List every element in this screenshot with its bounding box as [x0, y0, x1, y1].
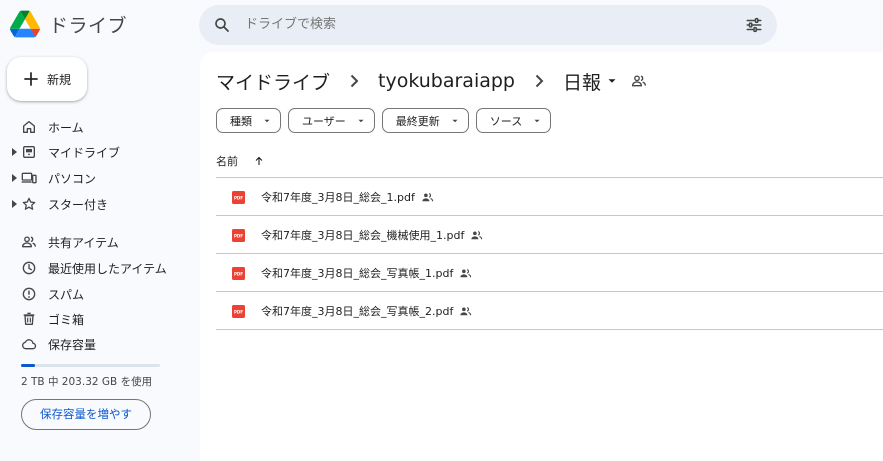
expand-caret-icon[interactable] [12, 148, 18, 156]
filter-label: 最終更新 [395, 114, 440, 128]
file-row[interactable]: PDF 令和7年度_3月8日_総会_1.pdf [216, 178, 883, 216]
column-header-label: 名前 [216, 155, 238, 168]
sidebar-item-computers[interactable]: パソコン [0, 166, 200, 190]
file-row[interactable]: PDF 令和7年度_3月8日_総会_写真帳_1.pdf [216, 254, 883, 292]
drive-logo[interactable]: ドライブ [10, 9, 127, 39]
sidebar-item-trash[interactable]: ゴミ箱 [0, 307, 200, 331]
filter-people[interactable]: ユーザー [288, 108, 375, 133]
expand-caret-icon[interactable] [12, 200, 18, 208]
shared-icon [460, 306, 472, 315]
dropdown-arrow-icon[interactable] [605, 74, 619, 88]
sidebar-item-label: 最近使用したアイテム [48, 262, 167, 276]
filter-label: ソース [489, 114, 523, 128]
filter-source[interactable]: ソース [475, 108, 552, 133]
sidebar-item-label: 共有アイテム [48, 236, 119, 250]
svg-text:PDF: PDF [234, 234, 243, 239]
filter-modified[interactable]: 最終更新 [381, 108, 469, 133]
pdf-file-icon: PDF [232, 267, 245, 280]
search-options-icon[interactable] [745, 16, 763, 34]
main-content: マイドライブ tyokubaraiapp 日報 種類 ユーザー 最終更新 ソース… [200, 52, 883, 461]
filter-type[interactable]: 種類 [216, 108, 281, 133]
shared-icon [22, 236, 36, 248]
storage-usage-bar [21, 364, 160, 367]
new-button[interactable]: 新規 [7, 57, 87, 101]
get-more-storage-button[interactable]: 保存容量を増やす [21, 399, 151, 430]
recent-icon [22, 261, 36, 275]
home-icon [23, 121, 35, 133]
shared-icon [422, 192, 434, 201]
sidebar-item-label: マイドライブ [48, 146, 121, 160]
chevron-down-icon [358, 119, 364, 122]
breadcrumb-item-current[interactable]: 日報 [563, 68, 601, 95]
shared-icon [471, 230, 483, 239]
filter-label: ユーザー [302, 114, 346, 128]
svg-text:PDF: PDF [234, 272, 243, 277]
column-header-name[interactable]: 名前 [216, 151, 265, 171]
spam-icon [22, 287, 36, 301]
storage-usage-text: 2 TB 中 203.32 GB を使用 [21, 376, 153, 388]
trash-icon [23, 312, 35, 325]
storage-usage-fill [21, 364, 35, 367]
sidebar-item-recent[interactable]: 最近使用したアイテム [0, 256, 200, 280]
app-title: ドライブ [49, 14, 128, 37]
file-row[interactable]: PDF 令和7年度_3月8日_総会_写真帳_2.pdf [216, 292, 883, 330]
search-bar[interactable] [199, 5, 777, 45]
sidebar-item-label: 保存容量 [48, 338, 97, 352]
file-row[interactable]: PDF 令和7年度_3月8日_総会_機械使用_1.pdf [216, 216, 883, 254]
sidebar-item-label: パソコン [48, 172, 97, 186]
breadcrumb: マイドライブ tyokubaraiapp 日報 [216, 66, 647, 96]
sidebar-item-home[interactable]: ホーム [0, 115, 200, 139]
plus-icon [24, 72, 38, 86]
star-icon [22, 197, 36, 210]
google-drive-logo-icon [10, 10, 40, 38]
file-name: 令和7年度_3月8日_総会_機械使用_1.pdf [261, 229, 465, 242]
pdf-file-icon: PDF [232, 229, 245, 242]
sort-ascending-icon[interactable] [253, 155, 265, 167]
sidebar-item-starred[interactable]: スター付き [0, 192, 200, 216]
search-icon[interactable] [213, 16, 231, 34]
sidebar-item-spam[interactable]: スパム [0, 282, 200, 306]
computers-icon [21, 172, 37, 184]
chevron-right-icon [535, 74, 544, 88]
expand-caret-icon[interactable] [12, 174, 18, 182]
pdf-file-icon: PDF [232, 191, 245, 204]
sidebar-item-label: スパム [48, 288, 85, 302]
cloud-icon [22, 339, 37, 350]
file-name: 令和7年度_3月8日_総会_写真帳_1.pdf [261, 267, 454, 280]
chevron-down-icon [452, 119, 458, 122]
filter-label: 種類 [230, 114, 252, 128]
breadcrumb-item-my-drive[interactable]: マイドライブ [216, 68, 330, 95]
shared-folder-icon[interactable] [631, 73, 647, 89]
shared-icon [460, 268, 472, 277]
svg-text:PDF: PDF [234, 196, 243, 201]
sidebar-item-label: スター付き [48, 198, 109, 212]
sidebar-item-my-drive[interactable]: マイドライブ [0, 140, 200, 164]
breadcrumb-item-folder[interactable]: tyokubaraiapp [378, 70, 515, 92]
file-name: 令和7年度_3月8日_総会_1.pdf [261, 191, 415, 204]
my-drive-icon [23, 146, 35, 158]
sidebar-item-storage[interactable]: 保存容量 [0, 332, 200, 356]
sidebar-item-label: ゴミ箱 [48, 313, 85, 327]
search-input[interactable] [245, 5, 705, 45]
sidebar-item-label: ホーム [48, 121, 84, 135]
pdf-file-icon: PDF [232, 305, 245, 318]
sidebar-item-shared[interactable]: 共有アイテム [0, 230, 200, 254]
chevron-down-icon [534, 119, 540, 122]
svg-text:PDF: PDF [234, 310, 243, 315]
chevron-right-icon [350, 74, 359, 88]
file-name: 令和7年度_3月8日_総会_写真帳_2.pdf [261, 305, 454, 318]
filter-chips: 種類 ユーザー 最終更新 ソース [216, 108, 558, 133]
new-button-label: 新規 [47, 73, 72, 87]
chevron-down-icon [264, 119, 270, 122]
